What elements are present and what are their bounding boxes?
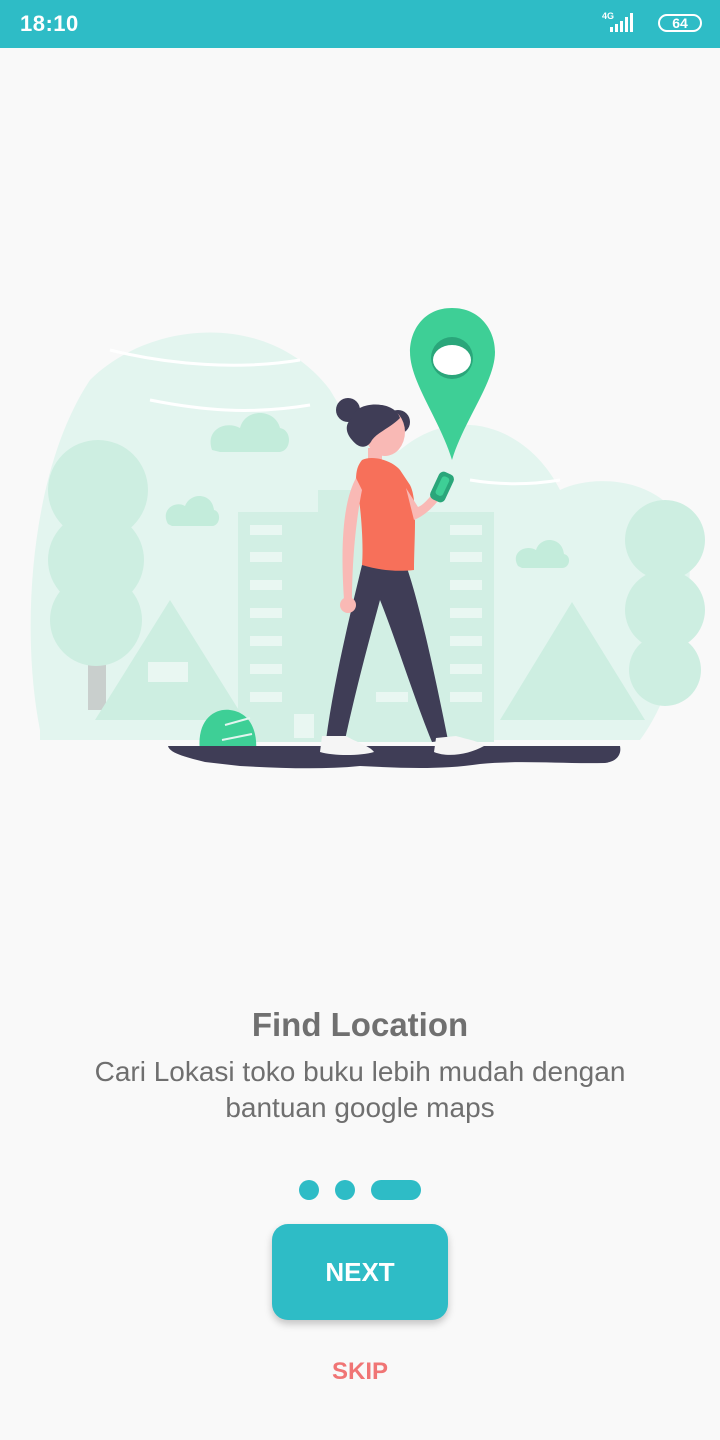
battery-level: 64 [672, 15, 688, 31]
page-dot-1 [299, 1180, 319, 1200]
find-location-illustration [30, 308, 705, 769]
tree-window [148, 662, 188, 682]
next-button[interactable]: NEXT [272, 1224, 448, 1320]
onboarding-description: Cari Lokasi toko buku lebih mudah dengan… [94, 1056, 626, 1123]
onboarding-title: Find Location [251, 1006, 469, 1043]
tree-canopy [625, 500, 705, 580]
status-time: 18:10 [20, 11, 79, 36]
tree-canopy [629, 634, 701, 706]
tree-canopy [50, 574, 142, 666]
battery-icon: 64 [658, 14, 702, 32]
status-icons: 4G 64 [602, 10, 702, 38]
skip-button[interactable]: SKIP [0, 1358, 720, 1386]
page-indicator [0, 1180, 720, 1200]
ground [168, 746, 621, 769]
signal-icon [610, 13, 633, 32]
page-dot-2 [335, 1180, 355, 1200]
status-bar: 18:10 4G 64 [0, 0, 720, 48]
page-dot-3-active [371, 1180, 421, 1200]
